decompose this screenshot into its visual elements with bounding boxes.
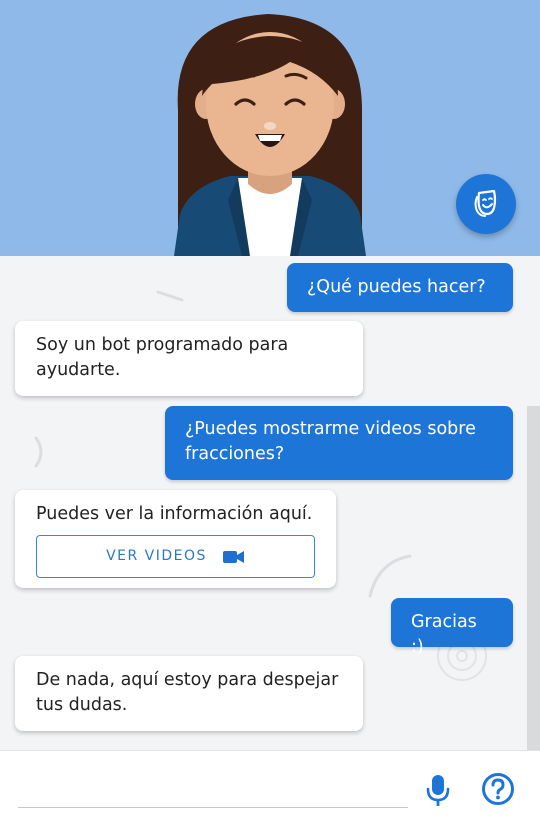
bot-message: Soy un bot programado para ayudarte. bbox=[15, 321, 363, 396]
header-banner bbox=[0, 0, 540, 256]
woman-avatar bbox=[174, 14, 366, 256]
user-message: Gracias :) bbox=[391, 598, 513, 657]
message-text: Soy un bot programado para ayudarte. bbox=[36, 335, 289, 380]
help-circle-icon[interactable] bbox=[481, 772, 515, 806]
ver-videos-label: VER VIDEOS bbox=[106, 548, 207, 564]
microphone-icon[interactable] bbox=[424, 773, 452, 807]
message-input[interactable] bbox=[18, 769, 412, 807]
scrollbar[interactable] bbox=[527, 406, 540, 750]
video-camera-icon bbox=[222, 550, 244, 563]
input-bar bbox=[0, 750, 540, 825]
mask-button[interactable] bbox=[456, 174, 516, 234]
theater-mask-icon bbox=[474, 189, 497, 217]
ver-videos-button[interactable]: VER VIDEOS bbox=[36, 535, 315, 578]
chat-area[interactable]: ¿Qué puedes hacer? Soy un bot programado… bbox=[0, 256, 540, 750]
message-text: ¿Puedes mostrarme videos sobre fraccione… bbox=[185, 419, 476, 464]
message-text: Puedes ver la información aquí. bbox=[36, 504, 313, 524]
message-text: ¿Qué puedes hacer? bbox=[307, 277, 486, 297]
message-text: De nada, aquí estoy para despejar tus du… bbox=[36, 670, 339, 715]
input-underline bbox=[18, 807, 408, 808]
user-message: ¿Puedes mostrarme videos sobre fraccione… bbox=[165, 406, 513, 480]
user-message: ¿Qué puedes hacer? bbox=[287, 263, 513, 312]
bot-message: De nada, aquí estoy para despejar tus du… bbox=[15, 656, 363, 731]
bot-message: Puedes ver la información aquí. VER VIDE… bbox=[15, 490, 336, 588]
